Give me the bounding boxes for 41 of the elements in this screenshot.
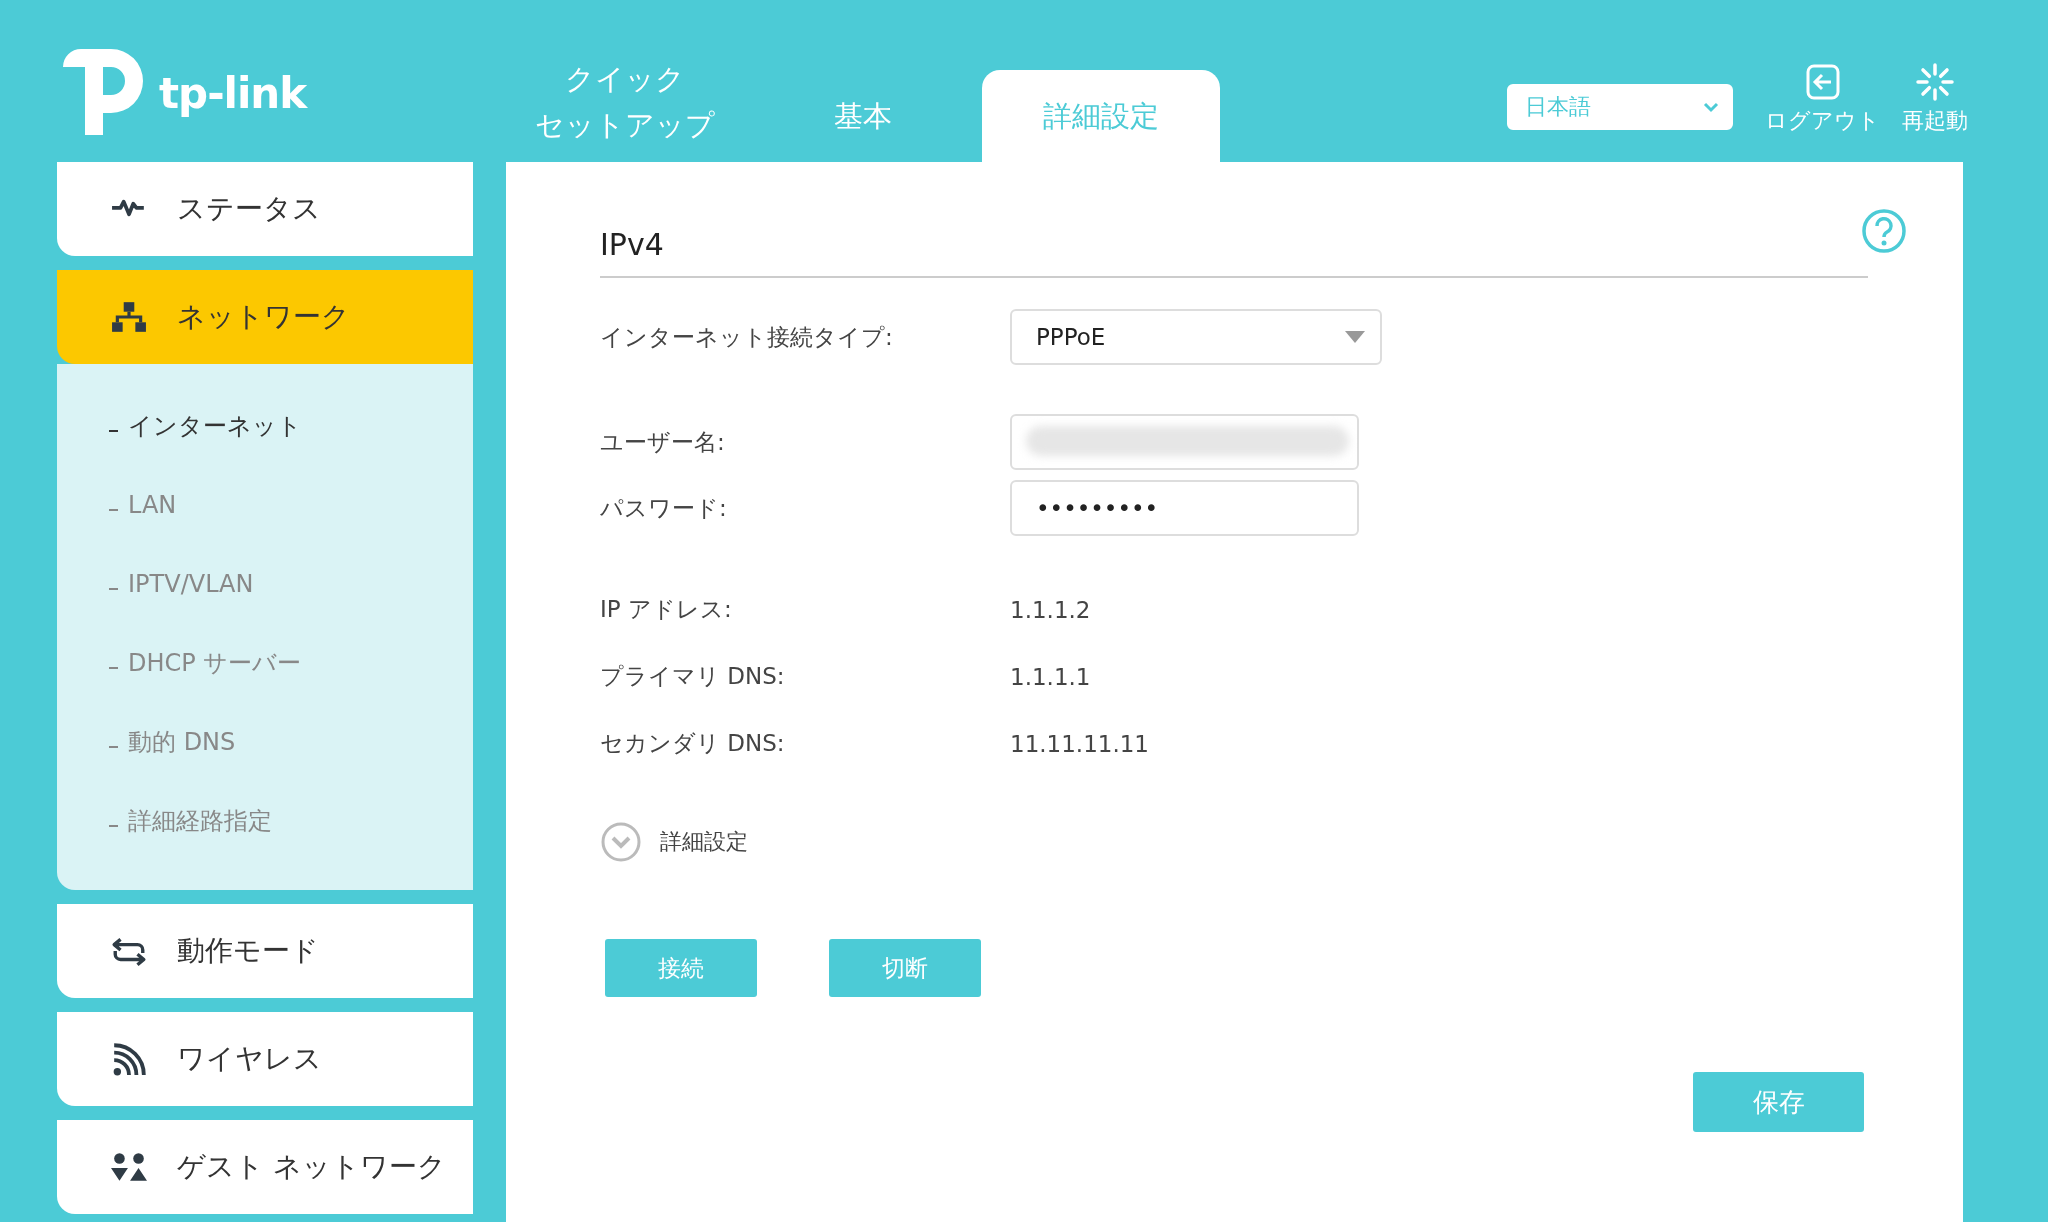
dropdown-arrow-icon — [1344, 330, 1366, 344]
info-value: 11.11.11.11 — [1010, 730, 1149, 757]
chevron-icon — [1703, 101, 1719, 113]
field-label: インターネット接続タイプ: — [600, 322, 894, 352]
password-field[interactable]: ••••••••• — [1010, 480, 1359, 536]
nav-tab[interactable]: 詳細設定 — [982, 70, 1220, 162]
nav-tab[interactable]: 基本 — [744, 70, 982, 162]
reboot-button[interactable]: 再起動 — [1902, 62, 1968, 136]
submenu-item[interactable]: 詳細経路指定 — [109, 781, 473, 860]
info-value: 1.1.1.2 — [1010, 596, 1091, 623]
field-label: パスワード: — [600, 493, 728, 523]
info-label: プライマリ DNS: — [600, 662, 786, 691]
help-icon[interactable] — [1861, 208, 1907, 254]
section-title: IPv4 — [600, 227, 1868, 278]
connection-type-select[interactable]: PPPoE — [1010, 309, 1382, 365]
save-button[interactable]: 保存 — [1693, 1072, 1864, 1132]
sidebar-item[interactable]: ネットワーク — [57, 270, 473, 364]
field-label: ユーザー名: — [600, 427, 726, 457]
info-label: セカンダリ DNS: — [600, 729, 786, 758]
network-icon — [109, 299, 149, 335]
info-label: IP アドレス: — [600, 595, 733, 624]
sidebar-item[interactable]: ステータス — [57, 162, 473, 256]
advanced-toggle[interactable]: 詳細設定 — [600, 821, 748, 863]
sidebar-item[interactable]: ゲスト ネットワーク — [57, 1120, 473, 1214]
nav-tab[interactable]: クイック セットアップ — [506, 42, 744, 162]
submenu-item[interactable]: インターネット — [109, 386, 473, 465]
sidebar-item[interactable]: ワイヤレス — [57, 1012, 473, 1106]
expand-icon — [600, 821, 642, 863]
language-select[interactable]: 日本語 — [1507, 84, 1733, 130]
submenu-item[interactable]: IPTV/VLAN — [109, 544, 473, 623]
action-button[interactable]: 切断 — [829, 939, 981, 997]
submenu-item[interactable]: DHCP サーバー — [109, 623, 473, 702]
sidebar-item[interactable]: 動作モード — [57, 904, 473, 998]
info-value: 1.1.1.1 — [1010, 663, 1091, 690]
submenu-item[interactable]: 動的 DNS — [109, 702, 473, 781]
action-button[interactable]: 接続 — [605, 939, 757, 997]
submenu-item[interactable]: LAN — [109, 465, 473, 544]
logout-button[interactable]: ログアウト — [1765, 62, 1880, 136]
logo-text: tp-link — [159, 68, 307, 118]
spinner-icon — [1915, 62, 1955, 102]
username-field[interactable] — [1010, 414, 1359, 470]
